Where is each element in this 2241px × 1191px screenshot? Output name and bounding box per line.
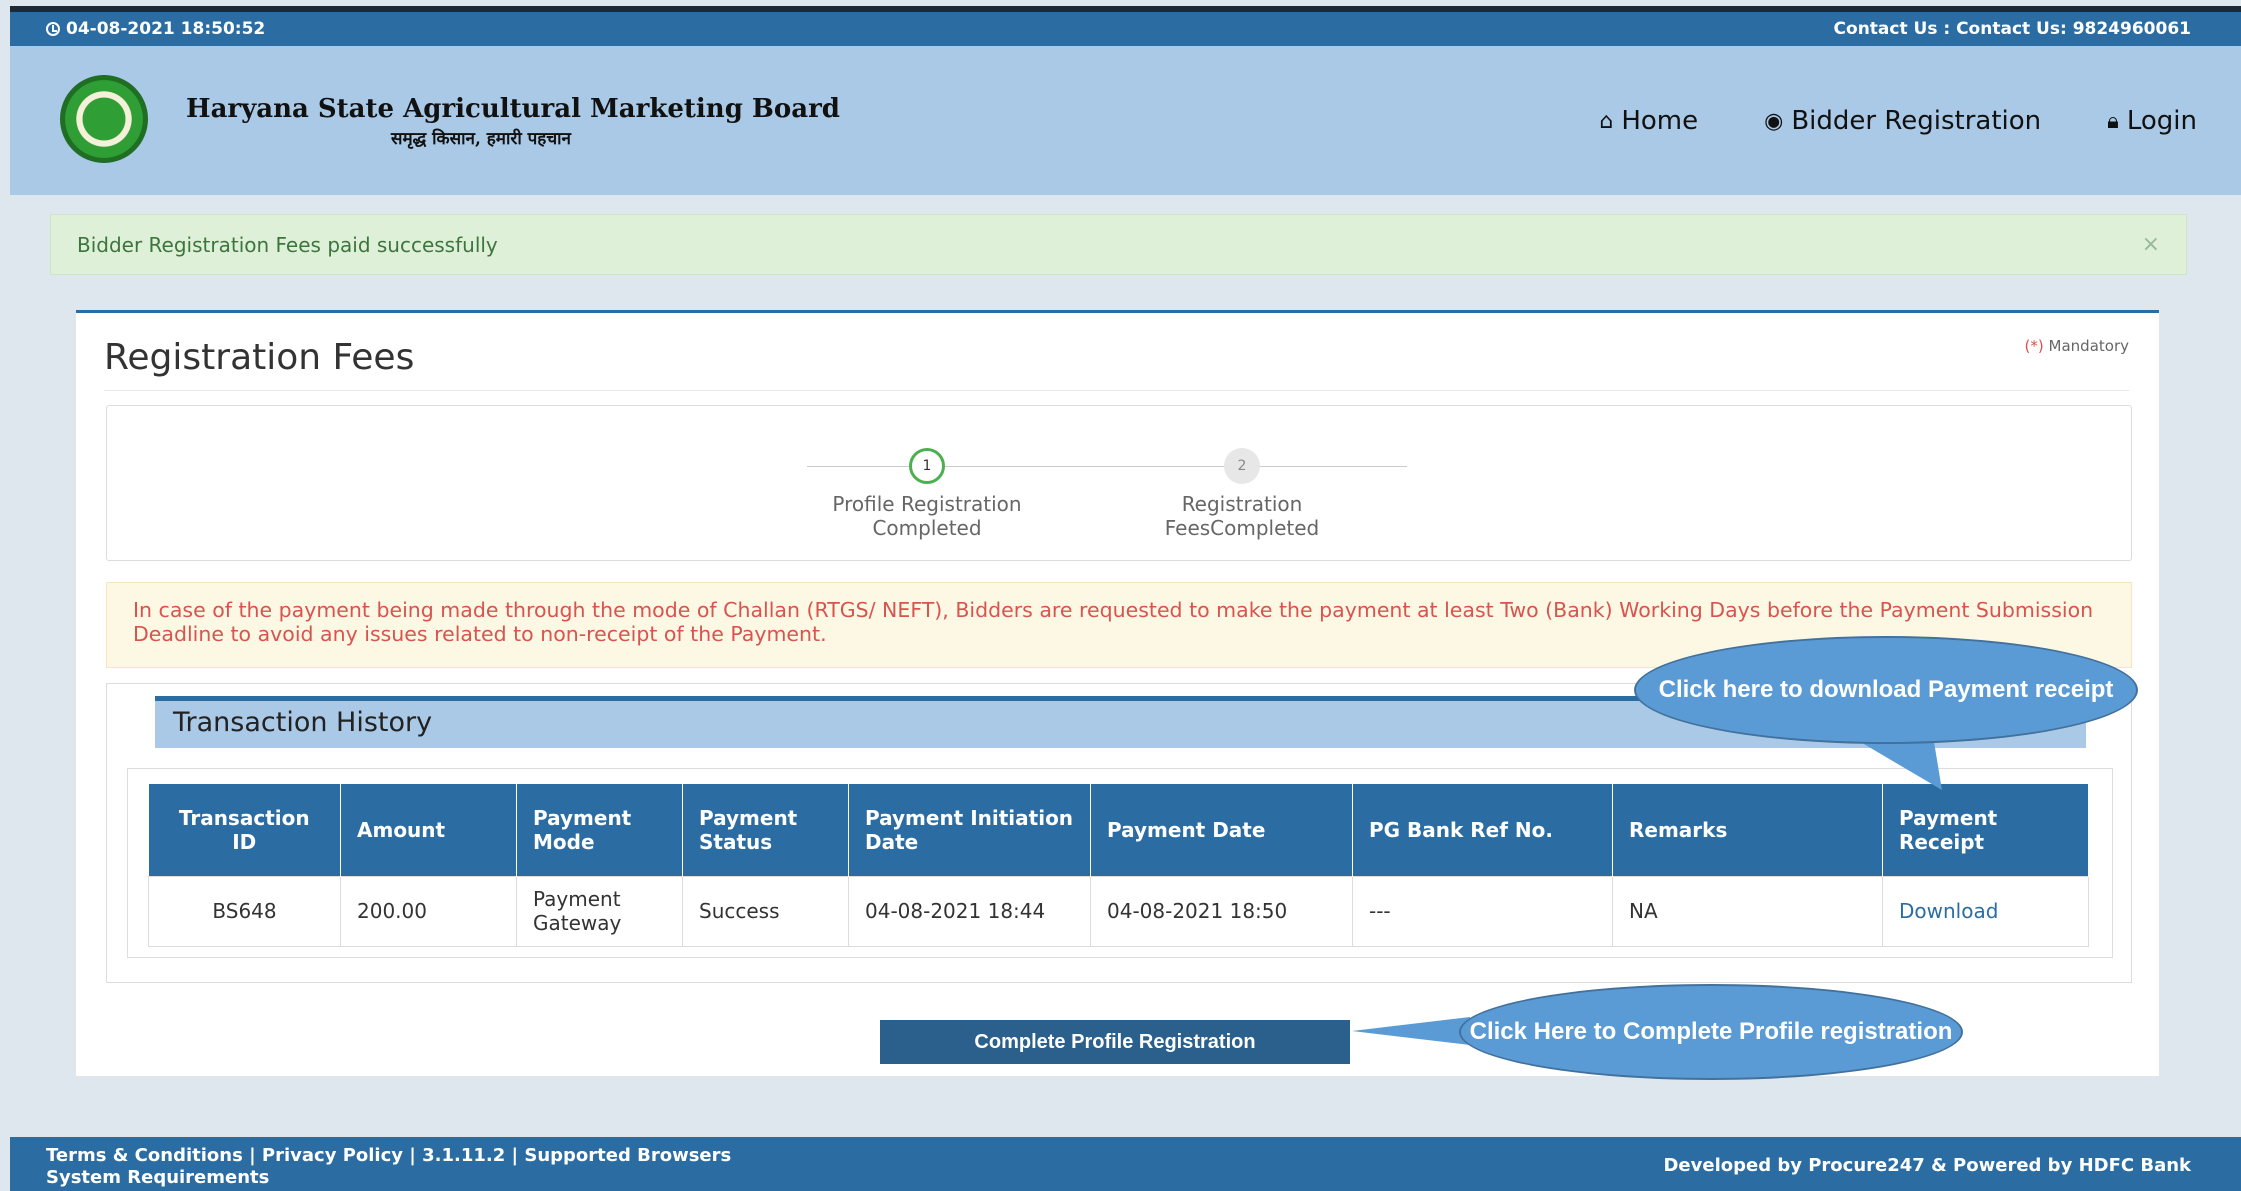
step-label: Profile Registration <box>832 492 1022 516</box>
page: 04-08-2021 18:50:52 Contact Us : Contact… <box>0 0 2241 1191</box>
col-payment-receipt: Payment Receipt <box>1882 784 2089 876</box>
version-label: 3.1.11.2 <box>422 1145 506 1166</box>
col-remarks: Remarks <box>1612 784 1883 876</box>
col-payment-date: Payment Date <box>1090 784 1353 876</box>
step-label: Registration <box>1181 492 1303 516</box>
step-status: FeesCompleted <box>1164 516 1320 540</box>
cell-payment-receipt: Download <box>1882 875 2089 947</box>
nav-home-label: Home <box>1621 106 1699 136</box>
table-row: BS648 200.00 Payment Gateway Success 04-… <box>148 875 2089 947</box>
step-profile-registration: 1 Profile Registration Completed <box>797 448 1057 540</box>
datetime-display: 04-08-2021 18:50:52 <box>46 19 265 39</box>
cell-payment-status: Success <box>682 875 849 947</box>
download-receipt-callout: Click here to download Payment receipt <box>1634 636 2138 744</box>
footer-links: Terms & Conditions | Privacy Policy | 3.… <box>46 1145 732 1188</box>
cell-amount: 200.00 <box>340 875 517 947</box>
supported-browsers-link[interactable]: Supported Browsers <box>524 1145 731 1166</box>
cell-remarks: NA <box>1612 875 1883 947</box>
cell-pg-bank-ref: --- <box>1352 875 1613 947</box>
progress-steps: 1 Profile Registration Completed 2 Regis… <box>106 405 2132 561</box>
cell-payment-date: 04-08-2021 18:50 <box>1090 875 1353 947</box>
step-number: 2 <box>1224 448 1260 484</box>
top-bar: 04-08-2021 18:50:52 Contact Us : Contact… <box>10 6 2241 46</box>
clock-icon <box>46 22 60 36</box>
cell-payment-mode: Payment Gateway <box>516 875 683 947</box>
col-transaction-id: Transaction ID <box>148 784 341 876</box>
transaction-table-container: Transaction ID Amount Payment Mode Payme… <box>127 768 2113 958</box>
success-alert: Bidder Registration Fees paid successful… <box>50 214 2187 275</box>
home-icon: ⌂ <box>1599 108 1614 134</box>
page-title: Registration Fees <box>104 337 415 378</box>
site-footer: Terms & Conditions | Privacy Policy | 3.… <box>10 1137 2241 1191</box>
download-receipt-link[interactable]: Download <box>1899 899 1998 923</box>
step-status: Completed <box>872 516 982 540</box>
mandatory-mark: (*) <box>2024 337 2044 355</box>
table-header-row: Transaction ID Amount Payment Mode Payme… <box>148 784 2089 876</box>
step-number: 1 <box>909 448 945 484</box>
complete-profile-callout: Click Here to Complete Profile registrat… <box>1459 984 1963 1080</box>
mandatory-label: Mandatory <box>2048 337 2129 355</box>
datetime-text: 04-08-2021 18:50:52 <box>66 19 266 39</box>
main-nav: ⌂ Home ◉ Bidder Registration 🔒︎ Login <box>1599 106 2197 136</box>
col-amount: Amount <box>340 784 517 876</box>
col-payment-status: Payment Status <box>682 784 849 876</box>
footer-credit: Developed by Procure247 & Powered by HDF… <box>1663 1155 2191 1176</box>
nav-bidder-registration-label: Bidder Registration <box>1791 106 2042 136</box>
hsamb-logo <box>60 75 148 163</box>
system-requirements-link[interactable]: System Requirements <box>46 1167 269 1188</box>
callout-pointer <box>1352 1017 1470 1045</box>
cell-transaction-id: BS648 <box>148 875 341 947</box>
brand: Haryana State Agricultural Marketing Boa… <box>186 94 840 149</box>
transaction-table: Transaction ID Amount Payment Mode Payme… <box>148 784 2089 947</box>
brand-title: Haryana State Agricultural Marketing Boa… <box>186 94 840 124</box>
lock-icon: 🔒︎ <box>2107 108 2119 134</box>
nav-home[interactable]: ⌂ Home <box>1599 106 1698 136</box>
privacy-link[interactable]: Privacy Policy <box>262 1145 403 1166</box>
col-initiation-date: Payment Initiation Date <box>848 784 1091 876</box>
nav-login-label: Login <box>2126 106 2197 136</box>
mandatory-note: (*) Mandatory <box>2025 337 2129 355</box>
site-header: Haryana State Agricultural Marketing Boa… <box>10 46 2241 195</box>
terms-link[interactable]: Terms & Conditions <box>46 1145 243 1166</box>
step-registration-fees: 2 Registration FeesCompleted <box>1112 448 1372 540</box>
divider <box>104 390 2129 391</box>
col-pg-bank-ref: PG Bank Ref No. <box>1352 784 1613 876</box>
nav-bidder-registration[interactable]: ◉ Bidder Registration <box>1764 106 2041 136</box>
brand-tagline: समृद्ध किसान, हमारी पहचान <box>391 129 571 149</box>
nav-login[interactable]: 🔒︎ Login <box>2107 106 2197 136</box>
cell-initiation-date: 04-08-2021 18:44 <box>848 875 1091 947</box>
contact-info: Contact Us : Contact Us: 9824960061 <box>1833 19 2191 39</box>
close-icon[interactable]: × <box>2142 232 2160 257</box>
user-circle-icon: ◉ <box>1764 108 1784 134</box>
col-payment-mode: Payment Mode <box>516 784 683 876</box>
alert-message: Bidder Registration Fees paid successful… <box>77 232 498 257</box>
complete-profile-registration-button[interactable]: Complete Profile Registration <box>880 1020 1350 1064</box>
